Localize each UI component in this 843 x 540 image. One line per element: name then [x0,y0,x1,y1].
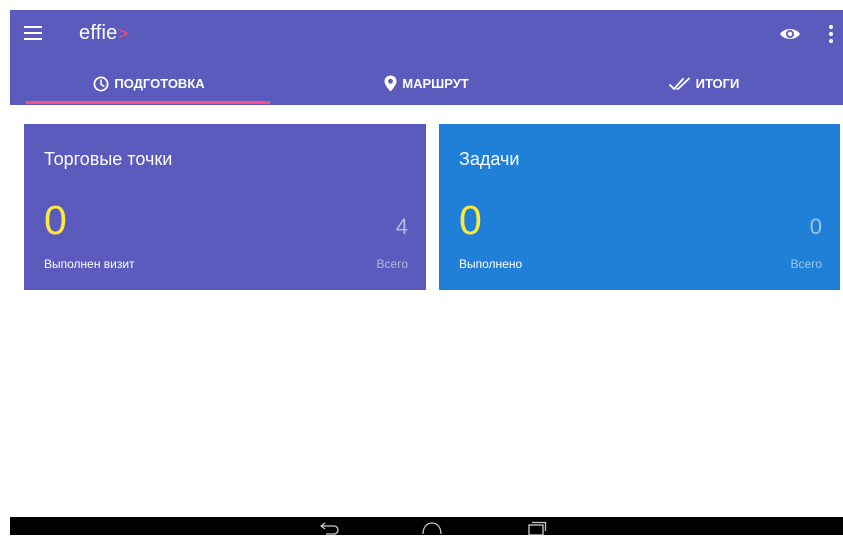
app-logo: effie > [79,22,128,48]
tab-label: МАРШРУТ [402,76,469,91]
total-label: Всего [790,257,822,271]
visited-label: Выполнен визит [44,257,135,271]
card-title: Задачи [459,149,520,169]
tab-preparation[interactable]: ПОДГОТОВКА [10,62,288,105]
tab-label: ИТОГИ [695,76,740,91]
system-nav-bar [10,517,843,536]
app-logo-text: effie [79,22,118,44]
more-vert-icon[interactable] [828,24,834,44]
app-logo-mark: > [118,24,129,43]
tab-route[interactable]: МАРШРУТ [288,62,565,105]
double-check-icon [668,77,691,91]
eye-icon[interactable] [779,26,801,42]
total-count: 4 [395,214,408,239]
tab-results[interactable]: ИТОГИ [565,62,843,105]
total-count: 0 [809,214,822,239]
recent-apps-icon[interactable] [524,521,548,536]
tab-label: ПОДГОТОВКА [114,76,205,91]
tasks-card[interactable]: Задачи 0 Выполнено 0 Всего [439,124,840,290]
clock-icon [93,76,109,92]
app-bar: effie > ПОДГОТОВКА МАРШРУТ ИТОГИ [10,10,843,105]
total-label: Всего [376,257,408,271]
completed-label: Выполнено [459,257,523,271]
menu-icon[interactable] [24,25,44,41]
tab-bar: ПОДГОТОВКА МАРШРУТ ИТОГИ [10,62,843,105]
active-tab-indicator [26,101,270,104]
outlets-card[interactable]: Торговые точки 0 Выполнен визит 4 Всего [24,124,426,290]
completed-count: 0 [459,197,482,243]
home-icon[interactable] [420,521,444,535]
back-icon[interactable] [318,521,342,535]
app-screen: effie > ПОДГОТОВКА МАРШРУТ ИТОГИ Торговы… [10,0,843,536]
card-title: Торговые точки [44,149,173,169]
location-pin-icon [384,75,397,92]
visited-count: 0 [44,197,67,243]
